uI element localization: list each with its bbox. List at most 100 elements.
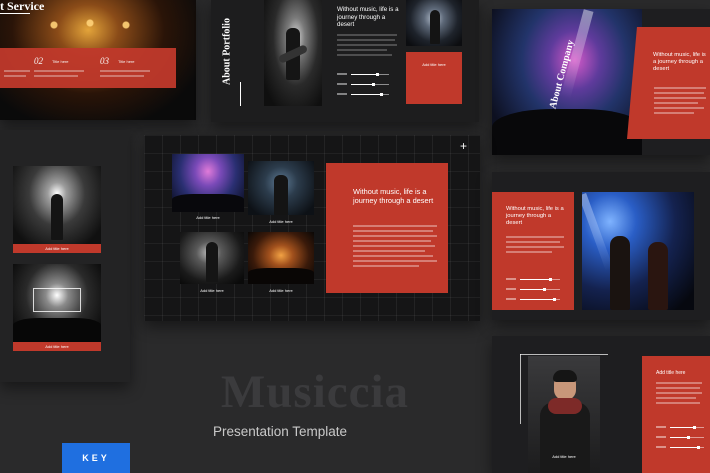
text-line xyxy=(654,92,704,94)
card-caption-bar: Add title here xyxy=(13,244,101,253)
progress-bar xyxy=(520,288,560,291)
text-line xyxy=(654,87,706,89)
guitarist-stage-photo xyxy=(406,0,462,46)
portrait-frame-top xyxy=(520,354,608,355)
bar-label xyxy=(656,426,666,428)
text-line xyxy=(506,241,560,243)
bar-label xyxy=(506,298,516,300)
text-line xyxy=(4,70,30,72)
text-line xyxy=(654,112,694,114)
text-line xyxy=(353,225,437,227)
profile-slide: Add title here Add title here xyxy=(492,336,710,473)
performer-silhouette xyxy=(648,242,668,310)
progress-bar xyxy=(670,436,704,439)
guitarist-bw-photo xyxy=(180,232,244,284)
gallery-quote-panel: Without music, life is a journey through… xyxy=(326,163,448,293)
gallery-caption: Add title here xyxy=(196,215,220,220)
spotlight-singer-photo xyxy=(13,166,101,244)
orange-stage-photo xyxy=(248,232,314,284)
gallery-quote: Without music, life is a journey through… xyxy=(353,187,434,205)
brand-title: Musiccia xyxy=(220,366,410,418)
band-live-photo xyxy=(582,192,694,310)
bar-label xyxy=(506,278,516,280)
text-line xyxy=(100,70,150,72)
text-line xyxy=(353,230,433,232)
performer-silhouette xyxy=(51,194,63,240)
text-line xyxy=(353,255,433,257)
progress-bar xyxy=(351,83,389,86)
profile-caption: Add title here xyxy=(552,454,576,459)
text-line xyxy=(506,246,564,248)
singer-blue-photo xyxy=(248,161,314,215)
bar-label xyxy=(656,446,666,448)
text-line xyxy=(4,75,26,77)
company-slide: About Company Without music, life is a j… xyxy=(492,9,710,155)
text-line xyxy=(506,251,552,253)
text-line xyxy=(100,75,144,77)
text-line xyxy=(34,70,84,72)
brand-subtitle: Presentation Template xyxy=(212,424,348,439)
bar-label xyxy=(506,288,516,290)
stage-lights xyxy=(30,15,150,35)
text-line xyxy=(656,382,702,384)
text-line xyxy=(337,39,395,41)
step-label: Title here xyxy=(52,59,69,64)
gallery-caption: Add title here xyxy=(269,219,293,224)
text-line xyxy=(337,44,397,46)
text-line xyxy=(353,235,437,237)
keynote-badge: KEY xyxy=(62,443,130,473)
purple-concert-photo xyxy=(172,154,244,212)
portrait-hair xyxy=(553,370,577,382)
left-cards-slide: Add title here Add title here xyxy=(0,130,130,382)
stage-lights-photo xyxy=(13,264,101,342)
text-line xyxy=(353,265,419,267)
text-line xyxy=(337,49,387,51)
text-line xyxy=(656,402,700,404)
text-line xyxy=(656,397,696,399)
gallery-slide: + Add title here Add title here Add titl… xyxy=(144,135,480,321)
progress-bar xyxy=(520,298,560,301)
bar-label xyxy=(337,73,347,75)
company-red-panel: Without music, life is a journey through… xyxy=(627,27,710,139)
crowd-silhouette xyxy=(248,268,314,284)
bar-label xyxy=(337,93,347,95)
gallery-caption: Add title here xyxy=(269,288,293,293)
portrait-hood xyxy=(548,398,582,414)
text-line xyxy=(337,54,392,56)
text-line xyxy=(34,75,78,77)
band-red-panel: Without music, life is a journey through… xyxy=(492,192,574,310)
profile-red-panel: Add title here xyxy=(642,356,710,473)
performer-silhouette xyxy=(274,175,288,215)
text-line xyxy=(353,240,431,242)
company-quote: Without music, life is a journey through… xyxy=(653,52,706,72)
text-line xyxy=(656,387,700,389)
slide-title: t Service xyxy=(0,0,45,13)
crowd-silhouette xyxy=(13,318,101,342)
plus-icon: + xyxy=(460,139,468,153)
crowd-silhouette xyxy=(172,194,244,212)
portfolio-caption: Add title here xyxy=(422,62,446,67)
card-caption: Add title here xyxy=(45,344,69,349)
performer-silhouette xyxy=(610,236,630,310)
text-line xyxy=(353,250,425,252)
portfolio-caption-box: Add title here xyxy=(406,52,462,104)
text-line xyxy=(506,236,564,238)
step-number: 02 xyxy=(34,56,43,66)
text-line xyxy=(654,102,698,104)
text-line xyxy=(654,107,704,109)
progress-bar xyxy=(520,278,560,281)
progress-bar xyxy=(351,73,389,76)
stage-beam xyxy=(582,193,614,271)
stage-frame xyxy=(33,288,81,312)
card-caption-bar: Add title here xyxy=(13,342,101,351)
vertical-title-rule xyxy=(240,82,241,106)
text-line xyxy=(353,245,435,247)
text-line xyxy=(656,392,702,394)
portfolio-quote: Without music, life is a journey through… xyxy=(337,6,399,28)
step-number: 03 xyxy=(100,56,109,66)
service-steps-band: 02 Title here 03 Title here xyxy=(0,48,176,88)
portfolio-slide: About Portfolio Without music, life is a… xyxy=(211,0,479,122)
bar-label xyxy=(337,83,347,85)
keynote-badge-label: KEY xyxy=(82,453,110,463)
service-slide: t Service 02 Title here 03 Title here xyxy=(0,0,196,120)
